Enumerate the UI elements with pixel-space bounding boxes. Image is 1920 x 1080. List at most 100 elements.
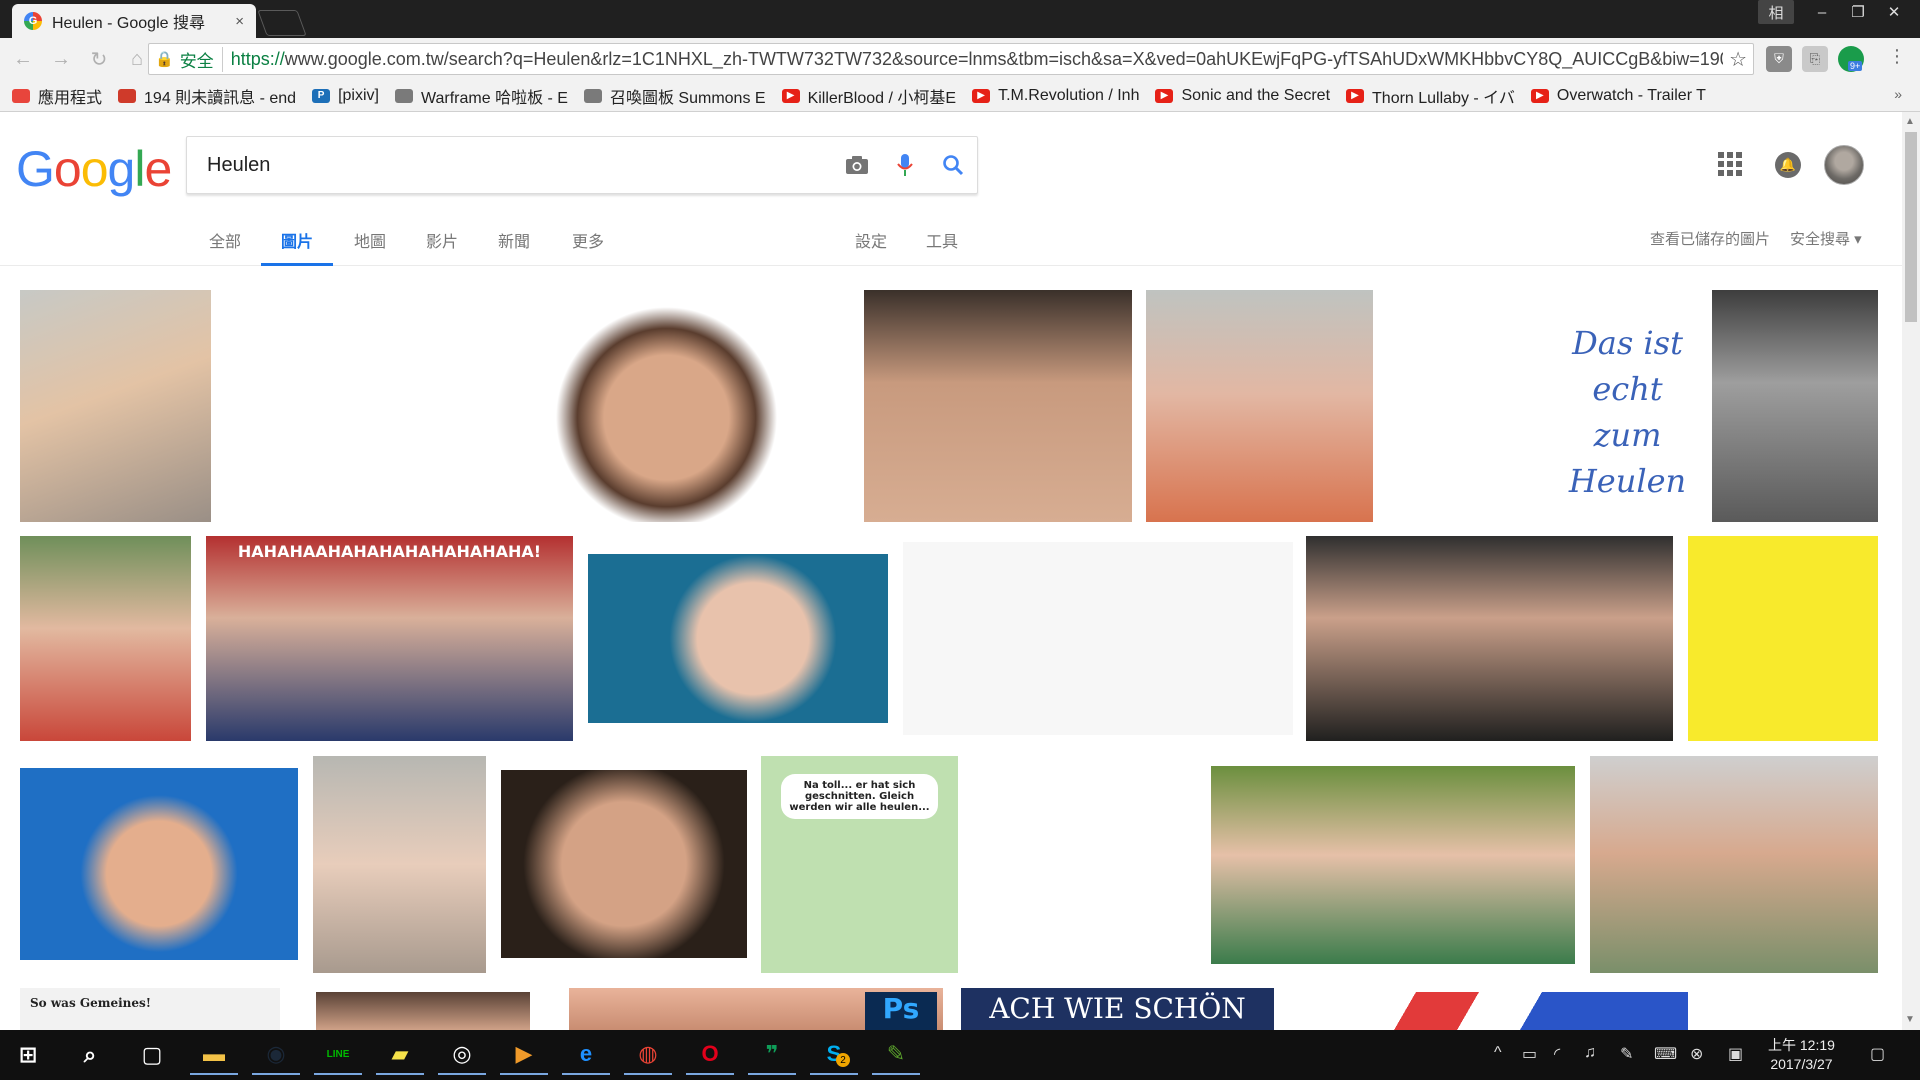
image-result-forehead-partial[interactable]	[316, 992, 530, 1030]
tab-images[interactable]: 圖片	[261, 228, 334, 266]
reload-icon[interactable]: ↻	[84, 44, 114, 74]
line-icon[interactable]: LINE	[314, 1035, 362, 1075]
scroll-up-arrow-icon[interactable]: ▲	[1905, 116, 1915, 127]
new-tab-button[interactable]	[257, 10, 307, 36]
volume-icon[interactable]: ♫	[1584, 1044, 1596, 1062]
image-result-sketch-crying-hamster[interactable]	[903, 542, 1293, 735]
image-result-baby-worried-face[interactable]	[501, 770, 747, 958]
close-window-button[interactable]: ✕	[1876, 0, 1912, 24]
image-result-man-rubbing-eyes[interactable]	[542, 290, 791, 522]
internet-explorer-icon[interactable]: e	[562, 1035, 610, 1075]
search-box[interactable]: Heulen	[186, 136, 978, 194]
search-icon[interactable]	[929, 154, 977, 176]
bookmark-item[interactable]: 194 則未讀訊息 - end	[118, 84, 296, 108]
file-explorer-icon[interactable]: ▬	[190, 1035, 238, 1075]
image-result-flag-partial[interactable]	[1290, 992, 1688, 1030]
steam-icon[interactable]: ◉	[252, 1035, 300, 1075]
bookmark-item[interactable]: Warframe 哈啦板 - E	[394, 84, 568, 108]
image-result-curly-boy-blue[interactable]	[20, 768, 298, 960]
osu-icon[interactable]: ◎	[438, 1035, 486, 1075]
bookmark-item[interactable]: ▶ T.M.Revolution / Inh	[972, 87, 1139, 105]
bookmark-item[interactable]: ▶ Thorn Lullaby - イバ	[1346, 84, 1515, 108]
sticky-notes-icon[interactable]: ▰	[376, 1035, 424, 1075]
forward-arrow-icon[interactable]: →	[46, 44, 76, 74]
image-result-so-was-gemeines[interactable]: So was Gemeines!	[20, 988, 280, 1030]
skype-icon[interactable]: S2	[810, 1035, 858, 1075]
tab-videos[interactable]: 影片	[426, 228, 458, 266]
back-arrow-icon[interactable]: ←	[8, 44, 38, 74]
chrome-icon[interactable]: ◍	[624, 1035, 672, 1075]
bookmark-item[interactable]: ▶ Sonic and the Secret	[1155, 87, 1330, 105]
image-result-cartoon-crying-face[interactable]	[226, 290, 448, 522]
image-result-boy-glasses-crying[interactable]	[1211, 766, 1575, 964]
ime-indicator[interactable]: 相	[1758, 0, 1794, 24]
image-result-ach-wie-schoen[interactable]: ACH WIE SCHÖN	[961, 988, 1274, 1030]
tools-link[interactable]: 工具	[926, 228, 958, 266]
tab-news[interactable]: 新聞	[498, 228, 530, 266]
search-icon[interactable]: ⌕	[66, 1035, 114, 1075]
extension-pdf-icon[interactable]: ⎘	[1802, 46, 1828, 72]
task-view-icon[interactable]: ▢	[128, 1035, 176, 1075]
bookmark-item[interactable]: 召喚圖板 Summons E	[583, 84, 766, 108]
image-result-cartoon-partial[interactable]	[1720, 988, 1878, 1030]
wifi-icon[interactable]: ◜	[1554, 1044, 1560, 1064]
media-player-icon[interactable]: ▶	[500, 1035, 548, 1075]
image-result-cartoon-boy-tears-yellow[interactable]	[1688, 536, 1878, 741]
start-icon[interactable]: ⊞	[4, 1035, 52, 1075]
image-result-baby-sad-face[interactable]	[864, 290, 1132, 522]
address-bar[interactable]: 🔒 安全 https://www.google.com.tw/search?q=…	[148, 43, 1754, 75]
hangouts-icon[interactable]: ❞	[748, 1035, 796, 1075]
tab-more[interactable]: 更多	[572, 228, 604, 266]
camera-icon[interactable]	[833, 155, 881, 175]
battery-icon[interactable]: ▭	[1522, 1044, 1537, 1064]
url-text[interactable]: https://www.google.com.tw/search?q=Heule…	[231, 49, 1723, 70]
image-result-vegetable-comic[interactable]: Na toll... er hat sich geschnitten. Glei…	[761, 756, 958, 973]
account-avatar[interactable]	[1824, 145, 1864, 185]
search-input[interactable]: Heulen	[207, 154, 833, 177]
image-result-merkel-hahaha[interactable]: HAHAHAAHAHAHAHAHAHAHAHA!	[206, 536, 573, 741]
bookmarks-overflow-icon[interactable]: »	[1894, 86, 1902, 102]
notifications-bell-icon[interactable]: 🔔	[1775, 152, 1801, 178]
settings-link[interactable]: 設定	[855, 228, 887, 266]
chrome-menu-icon[interactable]: ⋮	[1888, 46, 1906, 67]
bookmark-item[interactable]: 應用程式	[12, 84, 102, 108]
extension-hangouts-icon[interactable]: 9+	[1838, 46, 1864, 72]
image-result-bw-boy-cap[interactable]	[1712, 290, 1878, 522]
status-x-icon[interactable]: ⊗	[1690, 1044, 1703, 1064]
show-hidden-icons-icon[interactable]: ^	[1494, 1044, 1502, 1062]
image-result-man-rubbing-eyes-2[interactable]	[1590, 756, 1878, 973]
restore-button[interactable]: ❐	[1840, 0, 1876, 24]
keyboard-icon[interactable]: ⌨	[1654, 1044, 1677, 1064]
paint-icon[interactable]: ✎	[872, 1035, 920, 1075]
tab-maps[interactable]: 地圖	[354, 228, 386, 266]
image-result-old-man-crying[interactable]	[1306, 536, 1673, 741]
action-center-icon[interactable]: ▢	[1870, 1044, 1885, 1064]
bookmark-item[interactable]: P [pixiv]	[312, 87, 379, 105]
google-apps-icon[interactable]	[1718, 152, 1742, 176]
tab-close-icon[interactable]: ×	[235, 13, 244, 30]
image-result-photoshop-face[interactable]: Ps	[569, 988, 943, 1030]
scrollbar-thumb[interactable]	[1905, 132, 1917, 322]
bookmark-item[interactable]: ▶ Overwatch - Trailer T	[1530, 87, 1706, 105]
image-result-baby-blue-background[interactable]	[588, 554, 888, 723]
minimize-button[interactable]: –	[1804, 0, 1840, 24]
image-result-das-ist-echt-zum-heulen[interactable]: Das ist echt zum Heulen	[1387, 290, 1704, 522]
bookmark-item[interactable]: ▶ KillerBlood / 小柯基E	[781, 84, 956, 108]
image-result-girl-screaming[interactable]	[313, 756, 486, 973]
opera-icon[interactable]: O	[686, 1035, 734, 1075]
microphone-icon[interactable]	[881, 153, 929, 177]
scroll-down-arrow-icon[interactable]: ▼	[1905, 1014, 1915, 1025]
image-result-toddler-striped-shirt[interactable]	[1146, 290, 1373, 522]
browser-tab[interactable]: G Heulen - Google 搜尋 ×	[12, 4, 256, 38]
safe-search-dropdown[interactable]: 安全搜尋 ▾	[1790, 228, 1862, 249]
image-result-crying-toddler[interactable]	[20, 290, 211, 522]
image-result-cartoon-pink-puddle[interactable]	[972, 756, 1192, 973]
bookmark-star-icon[interactable]: ☆	[1729, 47, 1747, 72]
image-result-blond-child-crying[interactable]	[20, 536, 191, 741]
google-logo[interactable]: Google	[16, 140, 172, 198]
saved-images-link[interactable]: 查看已儲存的圖片	[1650, 228, 1770, 249]
ime-tray-icon[interactable]: ▣	[1728, 1044, 1743, 1064]
system-clock[interactable]: 上午 12:19 2017/3/27	[1768, 1036, 1835, 1074]
extension-shield-icon[interactable]: ⛨	[1766, 46, 1792, 72]
tab-all[interactable]: 全部	[209, 228, 241, 266]
